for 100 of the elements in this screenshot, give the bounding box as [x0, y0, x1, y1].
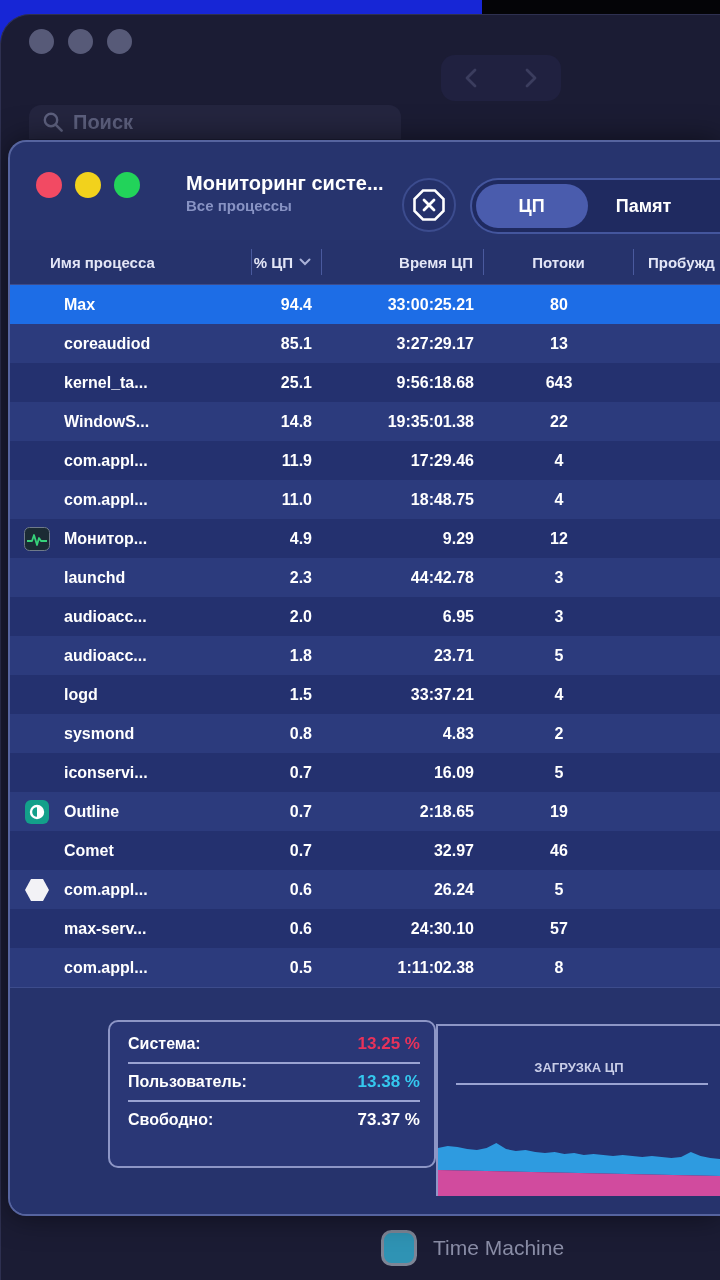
table-cell-text: 57	[549, 919, 569, 938]
process-name: audioacc...	[64, 607, 147, 626]
table-cell-text: 0.6	[288, 880, 313, 899]
stat-value: 13.38 %	[357, 1072, 420, 1092]
table-row[interactable]: audioacc... 2.0 6.95 3	[10, 597, 720, 636]
stat-value: 73.37 %	[357, 1110, 420, 1130]
zoom-button[interactable]	[107, 29, 132, 54]
table-cell-text: 0.7	[288, 802, 313, 821]
table-row[interactable]: Монитор... 4.9 9.29 12	[10, 519, 720, 558]
table-row[interactable]: com.appl... 0.5 1:11:02.38 8	[10, 948, 720, 987]
table-cell-text: 12	[549, 529, 569, 548]
search-icon	[43, 112, 63, 132]
table-cell-text: 23.71	[432, 646, 475, 665]
table-cell-text: 22	[549, 412, 569, 431]
table-row[interactable]: com.appl... 11.9 17:29.46 4	[10, 441, 720, 480]
column-header[interactable]: Имя процесса	[10, 249, 252, 275]
table-cell-text: 33:37.21	[409, 685, 475, 704]
table-cell-text: 80	[549, 295, 569, 314]
process-name: sysmond	[64, 724, 135, 743]
table-row[interactable]: max-serv... 0.6 24:30.10 57	[10, 909, 720, 948]
minimize-button[interactable]	[75, 172, 101, 198]
stat-label: Пользователь:	[128, 1073, 247, 1091]
sidebar-item[interactable]: Time Machine	[381, 1230, 720, 1266]
table-cell-text: 19:35:01.38	[386, 412, 475, 431]
column-header[interactable]: Пробужд	[634, 249, 720, 275]
table-cell-text: 17:29.46	[409, 451, 475, 470]
column-header[interactable]: Потоки	[484, 249, 634, 275]
table-cell-text: 18:48.75	[409, 490, 475, 509]
table-cell-text: 44:42.78	[409, 568, 475, 587]
table-cell-text: 9.29	[441, 529, 475, 548]
column-header[interactable]: % ЦП	[252, 249, 322, 275]
stop-icon	[412, 189, 445, 221]
table-cell-text: 6.95	[441, 607, 475, 626]
table-cell-text: 1:11:02.38	[396, 958, 475, 977]
table-cell-text: 46	[549, 841, 569, 860]
table-cell-text: 13	[549, 334, 569, 353]
stop-button[interactable]	[401, 178, 456, 232]
table-cell-text: 4	[553, 490, 565, 509]
table-cell-text: 2.0	[288, 607, 313, 626]
table-cell-text: 643	[544, 373, 574, 392]
process-name: audioacc...	[64, 646, 147, 665]
table-cell-text: 85.1	[279, 334, 313, 353]
table-row[interactable]: iconservi... 0.7 16.09 5	[10, 753, 720, 792]
table-cell-text: 0.7	[288, 763, 313, 782]
table-cell-text: 2.3	[288, 568, 313, 587]
process-name: max-serv...	[64, 919, 147, 938]
column-header[interactable]: Время ЦП	[322, 249, 484, 275]
table-cell-text: 16.09	[432, 763, 475, 782]
close-button[interactable]	[29, 29, 54, 54]
process-name: com.appl...	[64, 451, 148, 470]
table-row[interactable]: sysmond 0.8 4.83 2	[10, 714, 720, 753]
process-name: com.appl...	[64, 490, 148, 509]
table-row[interactable]: audioacc... 1.8 23.71 5	[10, 636, 720, 675]
table-row[interactable]: com.appl... 11.0 18:48.75 4	[10, 480, 720, 519]
table-cell-text: 3:27:29.17	[395, 334, 475, 353]
table-cell-text: 0.5	[288, 958, 313, 977]
table-row[interactable]: Max 94.4 33:00:25.21 80	[10, 285, 720, 324]
table-row[interactable]: kernel_ta... 25.1 9:56:18.68 643	[10, 363, 720, 402]
table-cell-text: 4.83	[441, 724, 475, 743]
chart-title: ЗАГРУЗКА ЦП	[533, 1060, 625, 1075]
table-row[interactable]: Outline 0.7 2:18.65 19	[10, 792, 720, 831]
process-name: Max	[64, 295, 96, 314]
search-field[interactable]: Поиск	[29, 105, 401, 139]
process-name: iconservi...	[64, 763, 148, 782]
stat-label: Система:	[128, 1035, 201, 1053]
table-row[interactable]: coreaudiod 85.1 3:27:29.17 13	[10, 324, 720, 363]
table-row[interactable]: logd 1.5 33:37.21 4	[10, 675, 720, 714]
table-cell-text: 0.8	[288, 724, 313, 743]
table-cell-text: 11.0	[280, 490, 313, 509]
table-cell-text: 1.8	[288, 646, 313, 665]
table-cell-text: 0.6	[288, 919, 313, 938]
table-cell-text: 4	[553, 685, 565, 704]
table-cell-text: 19	[549, 802, 569, 821]
process-name: com.appl...	[64, 880, 148, 899]
tab[interactable]: ЦП	[475, 184, 588, 228]
tab[interactable]: Памят	[587, 184, 700, 228]
table-cell-text: 8	[553, 958, 565, 977]
stat-label: Свободно:	[128, 1111, 214, 1129]
table-row[interactable]: com.appl... 0.6 26.24 5	[10, 870, 720, 909]
table-cell-text: 94.4	[279, 295, 313, 314]
window-subtitle: Все процессы	[186, 197, 293, 214]
forward-icon	[525, 68, 537, 88]
table-row[interactable]: Comet 0.7 32.97 46	[10, 831, 720, 870]
stat-value: 13.25 %	[357, 1034, 420, 1054]
table-cell-text: 5	[553, 646, 565, 665]
process-name: coreaudiod	[64, 334, 151, 353]
table-cell-text: 1.5	[288, 685, 313, 704]
table-cell-text: 26.24	[432, 880, 475, 899]
table-cell-text: 33:00:25.21	[386, 295, 475, 314]
table-cell-text: 4.9	[288, 529, 313, 548]
process-name: kernel_ta...	[64, 373, 148, 392]
process-name: launchd	[64, 568, 126, 587]
table-row[interactable]: WindowS... 14.8 19:35:01.38 22	[10, 402, 720, 441]
zoom-button[interactable]	[114, 172, 140, 198]
table-row[interactable]: launchd 2.3 44:42.78 3	[10, 558, 720, 597]
close-button[interactable]	[36, 172, 62, 198]
process-name: logd	[64, 685, 98, 704]
process-name: Outline	[64, 802, 120, 821]
pulse-chart-icon	[24, 526, 50, 551]
table-cell-text: 5	[553, 880, 565, 899]
